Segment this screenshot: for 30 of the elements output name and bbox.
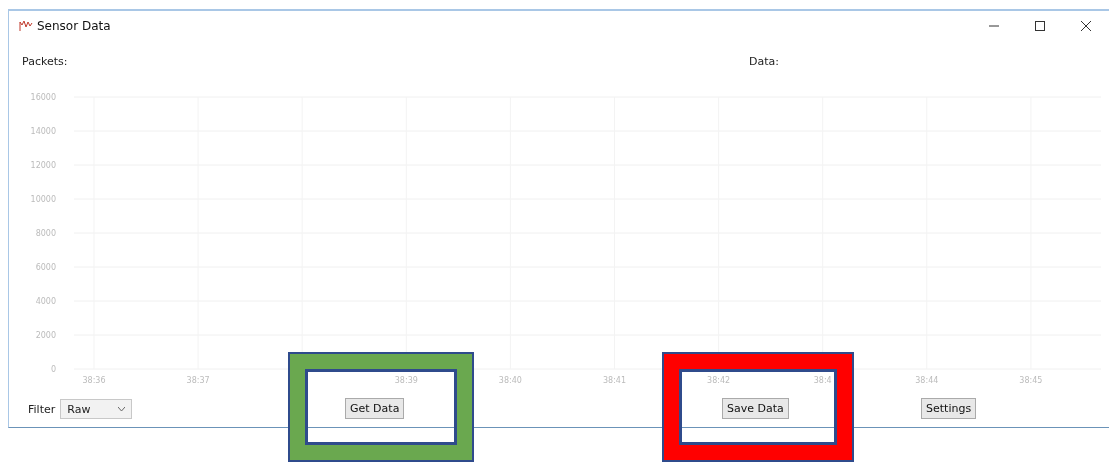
- y-tick-label: 14000: [30, 127, 56, 136]
- y-tick-label: 4000: [35, 297, 56, 306]
- settings-button[interactable]: Settings: [921, 398, 977, 419]
- data-label: Data:: [749, 54, 780, 68]
- x-tick-label: 38:4: [813, 376, 832, 385]
- x-tick-label: 38:41: [602, 376, 627, 385]
- filter-label: Filter: [28, 402, 56, 416]
- x-tick-label: 38:39: [394, 376, 418, 385]
- app-icon: [19, 20, 33, 32]
- y-tick-label: 12000: [30, 161, 56, 170]
- y-tick-label: 2000: [35, 331, 56, 340]
- maximize-icon: [1035, 21, 1045, 31]
- x-tick-label: 38:45: [1019, 376, 1043, 385]
- y-tick-label: 0: [50, 365, 56, 374]
- y-tick-label: 8000: [35, 229, 56, 238]
- caret-icon: [118, 407, 126, 411]
- y-tick-label: 10000: [30, 195, 56, 204]
- x-tick-label: 38:40: [498, 376, 522, 385]
- window-title: Sensor Data: [37, 19, 111, 33]
- filter-dropdown[interactable]: Raw: [60, 399, 133, 419]
- y-tick-label: 6000: [35, 263, 56, 272]
- x-tick-label: 38:36: [82, 376, 106, 385]
- packets-label: Packets:: [22, 54, 69, 68]
- get-data-button[interactable]: Get Data: [345, 398, 405, 419]
- y-tick-label: 16000: [30, 93, 56, 102]
- save-data-button[interactable]: Save Data: [722, 398, 789, 419]
- x-tick-label: 38:42: [707, 376, 731, 385]
- x-tick-label: 38:44: [915, 376, 939, 385]
- close-icon: [1081, 21, 1091, 31]
- x-tick-label: 38:37: [186, 376, 210, 385]
